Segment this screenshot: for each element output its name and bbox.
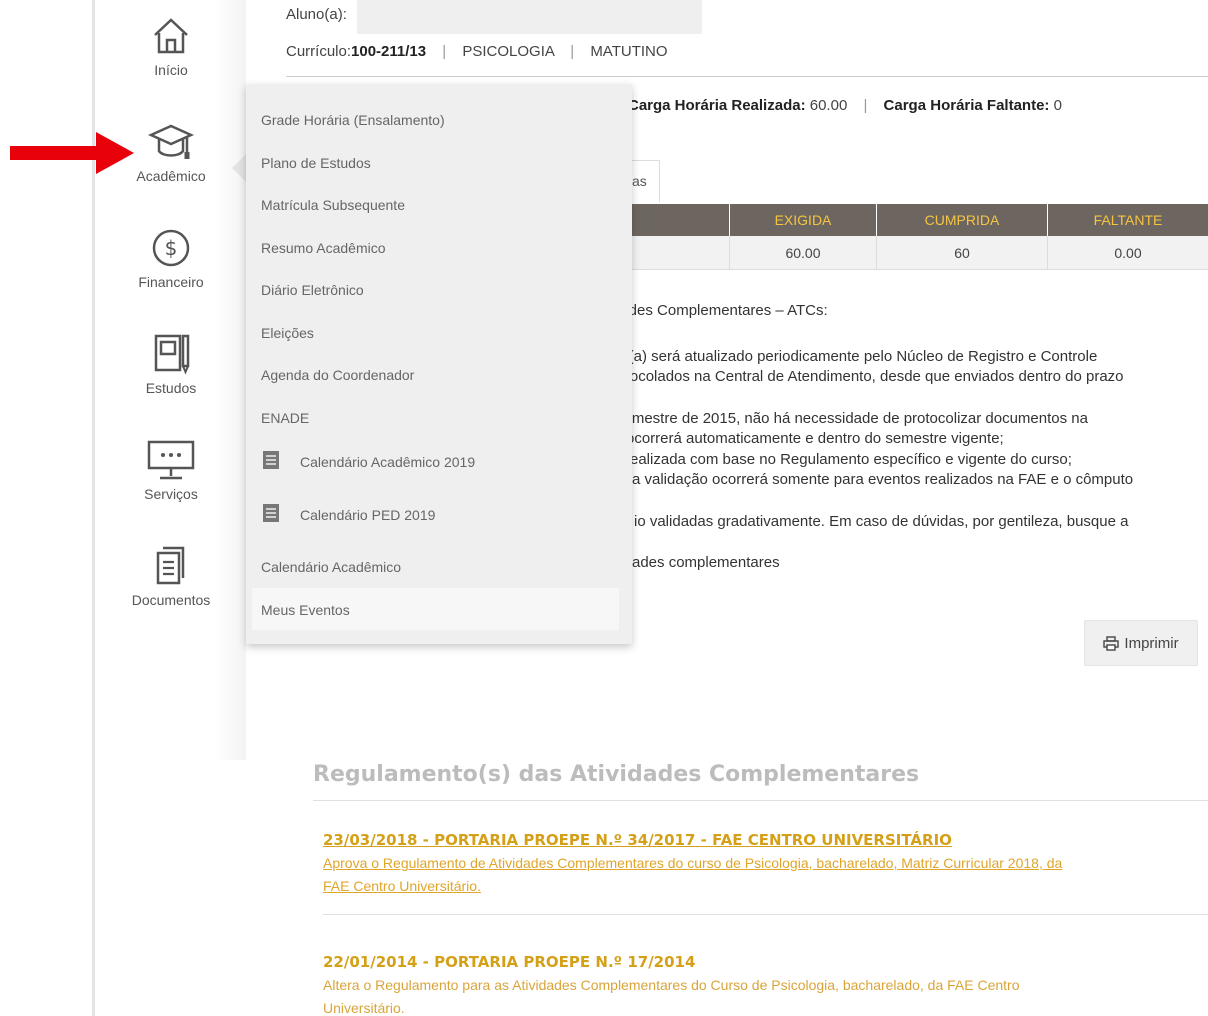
print-button[interactable]: Imprimir [1084, 620, 1198, 666]
monitor-icon [147, 440, 195, 480]
regulamento-link[interactable]: 23/03/2018 - PORTARIA PROEPE N.º 34/2017… [323, 831, 952, 849]
regulamento-desc-link[interactable]: Aprova o Regulamento de Atividades Compl… [323, 852, 1203, 898]
separator: | [442, 43, 447, 60]
col-divider [876, 204, 877, 236]
info-line: a validação ocorrerá somente para evento… [632, 471, 1134, 488]
sidebar-item-documentos[interactable]: Documentos [96, 544, 246, 608]
carga-horaria-line: Carga Horária Realizada: 60.00 | Carga H… [628, 97, 1062, 114]
menu-item-diario-eletronico[interactable]: Diário Eletrônico [261, 282, 364, 298]
menu-item-calendario-ped-2019[interactable]: Calendário PED 2019 [300, 507, 435, 523]
info-line: ealizada com base no Regulamento específ… [630, 451, 1072, 468]
col-faltante: FALTANTE [1093, 212, 1163, 228]
curso-name: PSICOLOGIA [462, 43, 555, 60]
cell-cumprida: 60 [954, 245, 970, 261]
sidebar-item-inicio[interactable]: Início [96, 14, 246, 78]
printer-icon [1103, 635, 1120, 651]
menu-item-agenda-coordenador[interactable]: Agenda do Coordenador [261, 367, 414, 383]
red-arrow-icon [10, 132, 134, 174]
menu-caret [232, 154, 246, 182]
carga-faltante-value: 0 [1053, 97, 1062, 114]
cell-faltante: 0.00 [1114, 245, 1142, 261]
info-line: protocolados na Central de Atendimento, … [604, 368, 1124, 385]
col-divider [1047, 204, 1048, 236]
curriculo-code: 100-211/13 [351, 43, 427, 60]
info-line: semestre de 2015, não há necessidade de … [616, 410, 1088, 427]
regulamentos-title: Regulamento(s) das Atividades Complement… [313, 762, 920, 787]
regulamento-desc-line: Aprova o Regulamento de Atividades Compl… [323, 855, 1063, 871]
col-cumprida: CUMPRIDA [924, 212, 1000, 228]
menu-item-grade-horaria[interactable]: Grade Horária (Ensalamento) [261, 112, 445, 128]
sidebar-label: Início [154, 62, 188, 78]
menu-item-meus-eventos[interactable]: Meus Eventos [261, 602, 350, 618]
sidebar-item-servicos[interactable]: Serviços [96, 438, 246, 502]
menu-item-plano-estudos[interactable]: Plano de Estudos [261, 155, 371, 171]
svg-text:$: $ [165, 236, 178, 260]
regulamento-link[interactable]: 22/01/2014 - PORTARIA PROEPE N.º 17/2014 [323, 953, 695, 971]
info-line: io validadas gradativamente. Em caso de … [634, 513, 1129, 530]
print-label: Imprimir [1124, 634, 1179, 652]
carga-realizada-label: Carga Horária Realizada: [628, 97, 806, 114]
menu-item-resumo-academico[interactable]: Resumo Acadêmico [261, 240, 386, 256]
divider [323, 914, 1208, 915]
col-divider [876, 236, 877, 270]
menu-item-calendario-2019[interactable]: Calendário Acadêmico 2019 [300, 454, 475, 470]
academico-dropdown-menu: Grade Horária (Ensalamento) Plano de Est… [246, 84, 632, 644]
sidebar-label: Financeiro [138, 274, 204, 290]
divider [313, 800, 1208, 801]
atcs-heading: dades Complementares – ATCs: [612, 302, 828, 319]
regulamento-desc-line: Altera o Regulamento para as Atividades … [323, 977, 1020, 993]
turno-name: MATUTINO [590, 43, 668, 60]
carga-faltante-label: Carga Horária Faltante: [883, 97, 1050, 114]
documents-icon [156, 546, 185, 585]
document-icon [263, 451, 279, 469]
regulamento-desc-line: Universitário. [323, 1000, 405, 1016]
info-line: ades complementares [632, 554, 780, 571]
separator: | [570, 43, 575, 60]
aluno-label: Aluno(a): [286, 6, 347, 23]
col-divider [729, 204, 730, 236]
sidebar-label: Documentos [131, 592, 211, 608]
sidebar-item-financeiro[interactable]: $ Financeiro [96, 226, 246, 290]
carga-realizada-value: 60.00 [809, 97, 848, 114]
menu-item-eleicoes[interactable]: Eleições [261, 325, 314, 341]
curriculo-label: Currículo: [286, 43, 352, 60]
col-exigida: EXIGIDA [774, 212, 832, 228]
regulamento-desc-line: FAE Centro Universitário. [323, 878, 481, 894]
separator: | [863, 97, 868, 114]
notebook-icon [154, 334, 190, 375]
col-divider [1047, 236, 1048, 270]
curriculo-line: Currículo:100-211/13 | PSICOLOGIA | MATU… [286, 43, 668, 60]
menu-item-enade[interactable]: ENADE [261, 410, 309, 426]
menu-item-calendario-academico[interactable]: Calendário Acadêmico [261, 559, 401, 575]
sidebar: Início Acadêmico $ Financeiro Estudos Se… [96, 0, 246, 760]
info-line: ocorrerá automaticamente e dentro do sem… [626, 430, 1004, 447]
aluno-name-redacted [357, 0, 702, 34]
cell-exigida: 60.00 [785, 245, 821, 261]
col-divider [729, 236, 730, 270]
tab-label[interactable]: as [632, 173, 647, 189]
menu-item-matricula-subsequente[interactable]: Matrícula Subsequente [261, 197, 405, 213]
document-icon [263, 504, 279, 522]
sidebar-item-estudos[interactable]: Estudos [96, 332, 246, 396]
regulamento-desc[interactable]: Altera o Regulamento para as Atividades … [323, 974, 1203, 1016]
dollar-icon: $ [152, 229, 190, 267]
sidebar-label: Estudos [145, 380, 197, 396]
info-line: no(a) será atualizado periodicamente pel… [612, 348, 1098, 365]
divider [286, 76, 1208, 77]
sidebar-label: Serviços [144, 486, 198, 502]
graduation-cap-icon [147, 124, 195, 159]
home-icon [154, 18, 188, 54]
